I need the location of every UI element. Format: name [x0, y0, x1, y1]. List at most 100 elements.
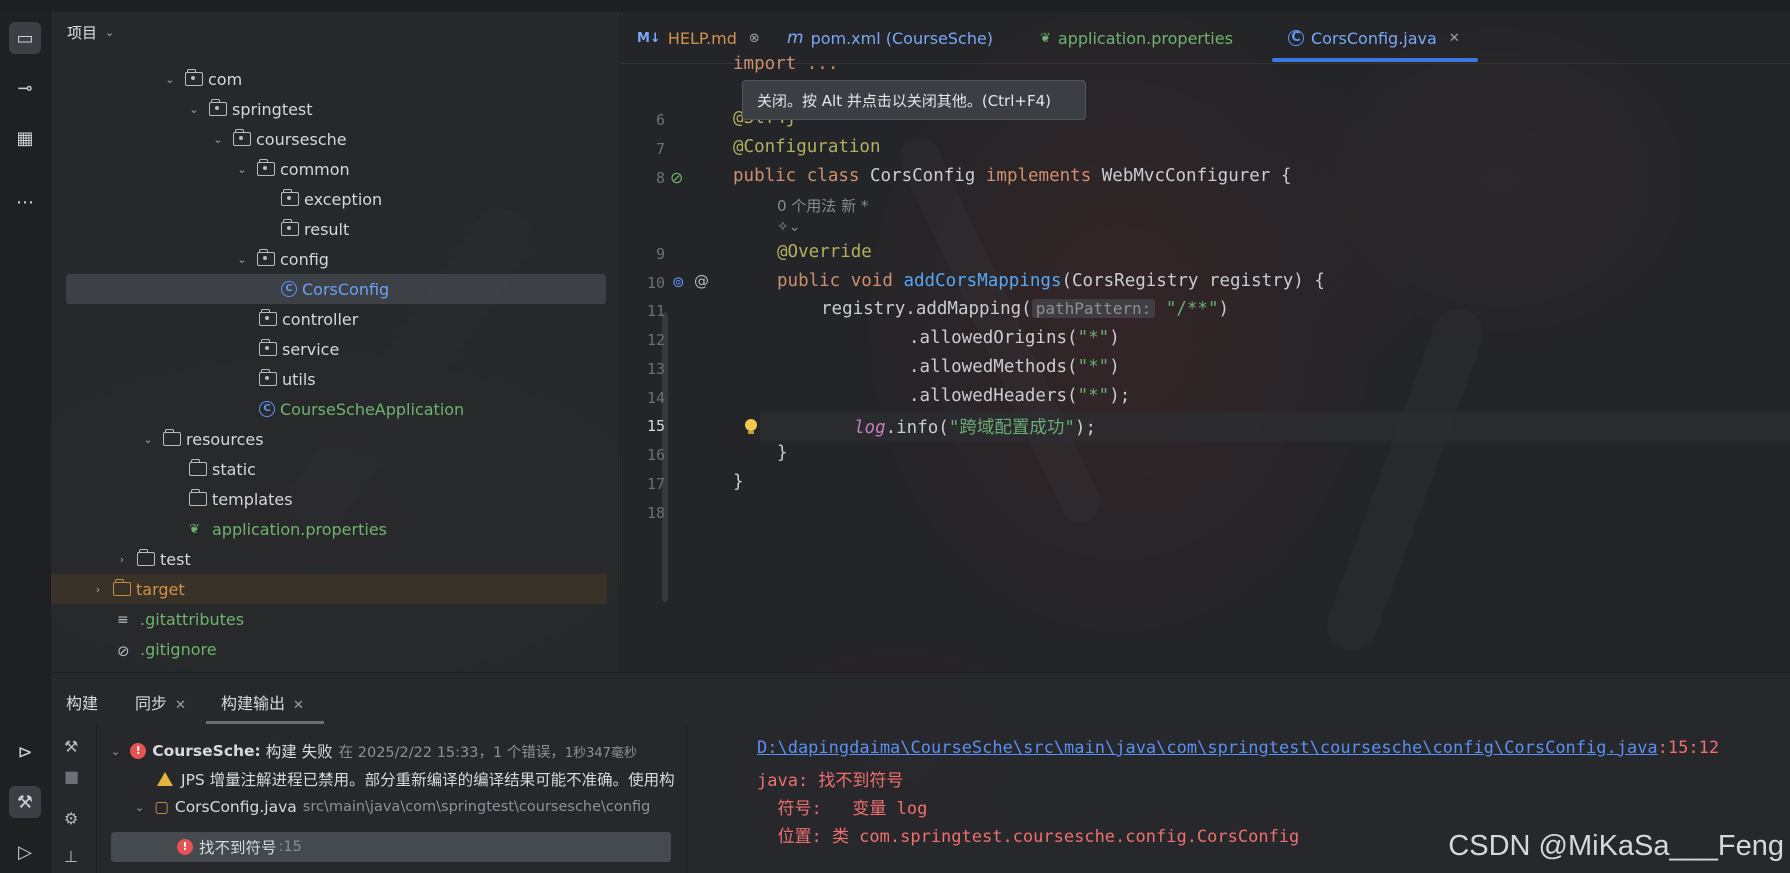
tree-item-static[interactable]: static: [51, 454, 607, 484]
tab-corsconfig-java[interactable]: C CorsConfig.java ✕: [1288, 12, 1460, 64]
code-line-7: @Configuration: [733, 137, 881, 157]
chevron-down-icon[interactable]: ⌄: [211, 133, 225, 146]
spring-leaf-icon: ❦: [189, 522, 200, 537]
class-icon: C: [1288, 30, 1304, 46]
chevron-right-icon[interactable]: ›: [91, 583, 105, 596]
code-line-11: registry.addMapping(pathPattern: "/**"): [821, 299, 1230, 319]
tree-item-coursescheapplication[interactable]: C CourseScheApplication: [51, 394, 607, 424]
project-panel-header[interactable]: 项目 ⌄: [51, 12, 620, 52]
line-number: 7: [655, 140, 665, 158]
more-icon[interactable]: ⋯: [9, 186, 41, 218]
tree-item-resources[interactable]: ⌄ resources: [51, 424, 607, 454]
pin-icon[interactable]: ⊥: [64, 847, 78, 866]
code-line-15: log.info("跨域配置成功");: [854, 418, 1096, 438]
chevron-down-icon[interactable]: ⌄: [235, 253, 249, 266]
ai-assist-icon[interactable]: ✧⌄: [777, 219, 800, 235]
build-toolbar: ⚒ ■ ⚙ ⊥: [51, 725, 97, 873]
tree-item-target[interactable]: › target: [51, 574, 607, 604]
warning-icon: [157, 772, 173, 786]
package-icon: [257, 249, 275, 266]
build-root-row[interactable]: ⌄ ! CourseSche: 构建 失败 在 2025/2/22 15:33，…: [111, 737, 637, 765]
close-icon[interactable]: ⊗: [749, 31, 760, 46]
parameter-hint: pathPattern:: [1031, 299, 1156, 318]
chevron-down-icon[interactable]: ⌄: [141, 433, 155, 446]
tree-item-common[interactable]: ⌄ common: [51, 154, 607, 184]
error-icon: !: [130, 743, 147, 759]
tree-item-templates[interactable]: templates: [51, 484, 607, 514]
package-icon: [281, 189, 299, 206]
code-line-16: }: [777, 443, 788, 463]
tree-item-gitignore[interactable]: ⊘ .gitignore: [51, 634, 607, 664]
project-folder-icon[interactable]: ▭: [9, 22, 41, 54]
tree-item-result[interactable]: result: [51, 214, 607, 244]
tree-item-exception[interactable]: exception: [51, 184, 607, 214]
run-icon[interactable]: ▷: [9, 836, 41, 868]
tree-item-test[interactable]: › test: [51, 544, 607, 574]
close-icon[interactable]: ✕: [293, 698, 304, 713]
close-icon[interactable]: ✕: [175, 698, 186, 713]
line-number: 8: [655, 169, 665, 187]
override-gutter-icon[interactable]: ⊚: [672, 273, 685, 291]
tree-item-utils[interactable]: utils: [51, 364, 607, 394]
tab-sync[interactable]: 同步 ✕: [135, 690, 186, 714]
tree-item-corsconfig[interactable]: C CorsConfig: [66, 274, 606, 304]
package-icon: [259, 309, 277, 326]
services-icon[interactable]: ⊳: [9, 736, 41, 768]
line-number-current: 15: [646, 417, 665, 435]
build-panel-tabs: 构建 同步 ✕ 构建输出 ✕: [51, 673, 1790, 725]
chevron-down-icon[interactable]: ⌄: [235, 163, 249, 176]
tab-build[interactable]: 构建: [66, 690, 98, 714]
tree-item-coursesche[interactable]: ⌄ coursesche: [51, 124, 607, 154]
annotation-gutter-icon[interactable]: @: [694, 272, 709, 290]
commit-icon[interactable]: ⊸: [9, 72, 41, 104]
package-icon: [233, 129, 251, 146]
build-hammer-icon[interactable]: ⚒: [9, 786, 41, 818]
package-icon: [185, 69, 203, 86]
tree-item-controller[interactable]: controller: [51, 304, 607, 334]
tree-item-service[interactable]: service: [51, 334, 607, 364]
active-build-tab-indicator: [206, 721, 324, 724]
build-error-row[interactable]: ! 找不到符号 :15: [177, 833, 302, 861]
chevron-down-icon[interactable]: ⌄: [111, 745, 120, 758]
code-line-12: .allowedOrigins("*"): [909, 328, 1120, 348]
close-icon[interactable]: ✕: [1449, 31, 1460, 46]
tree-item-gitattributes[interactable]: ≡ .gitattributes: [51, 604, 607, 634]
code-editor[interactable]: import ... 6 7 8 9 10 11 12 13 14 15 16 …: [622, 54, 1790, 672]
lightbulb-icon[interactable]: [744, 419, 758, 435]
project-panel: 项目 ⌄ ⌄ com ⌄ springtest ⌄ coursesche ⌄ commo…: [51, 12, 668, 672]
line-number: 11: [646, 302, 665, 320]
chevron-right-icon[interactable]: ›: [115, 553, 129, 566]
tree-item-application-properties[interactable]: ❦ application.properties: [51, 514, 607, 544]
structure-icon[interactable]: ▦: [9, 122, 41, 154]
tree-item-springtest[interactable]: ⌄ springtest: [51, 94, 607, 124]
build-hammer-icon[interactable]: ⚒: [64, 737, 78, 756]
chevron-down-icon[interactable]: ⌄: [135, 801, 144, 814]
error-icon: !: [177, 839, 193, 855]
error-file-link[interactable]: D:\dapingdaima\CourseSche\src\main\java\…: [757, 738, 1658, 758]
spring-bean-gutter-icon[interactable]: ⊘: [670, 168, 683, 187]
tab-build-output[interactable]: 构建输出 ✕: [221, 690, 304, 714]
java-class-error-icon: ▢: [154, 798, 169, 816]
chevron-down-icon: ⌄: [105, 25, 115, 39]
line-number: 12: [646, 331, 665, 349]
stop-icon[interactable]: ■: [64, 767, 79, 786]
line-number: 13: [646, 360, 665, 378]
excluded-folder-icon: [113, 579, 131, 596]
build-file-row[interactable]: ⌄ ▢ CorsConfig.java src\main\java\com\sp…: [135, 793, 650, 821]
tab-application-properties[interactable]: ❦ application.properties: [1040, 12, 1233, 64]
code-fold-import[interactable]: import ...: [733, 54, 838, 74]
chevron-down-icon[interactable]: ⌄: [163, 73, 177, 86]
line-number: 14: [646, 389, 665, 407]
line-number: 10: [646, 274, 665, 292]
usage-hint[interactable]: 0 个用法 新 *: [777, 195, 868, 216]
resources-folder-icon: [163, 429, 181, 446]
chevron-down-icon[interactable]: ⌄: [187, 103, 201, 116]
line-number: 6: [655, 111, 665, 129]
build-result-tree: ⌄ ! CourseSche: 构建 失败 在 2025/2/22 15:33，…: [97, 725, 687, 873]
tree-item-config[interactable]: ⌄ config: [51, 244, 607, 274]
line-number: 16: [646, 446, 665, 464]
tree-item-com[interactable]: ⌄ com: [51, 64, 607, 94]
output-path-line: D:\dapingdaima\CourseSche\src\main\java\…: [757, 738, 1720, 758]
build-warning-row[interactable]: JPS 增量注解进程已禁用。部分重新编译的编译结果可能不准确。使用构: [157, 765, 675, 793]
gear-icon[interactable]: ⚙: [64, 809, 78, 828]
